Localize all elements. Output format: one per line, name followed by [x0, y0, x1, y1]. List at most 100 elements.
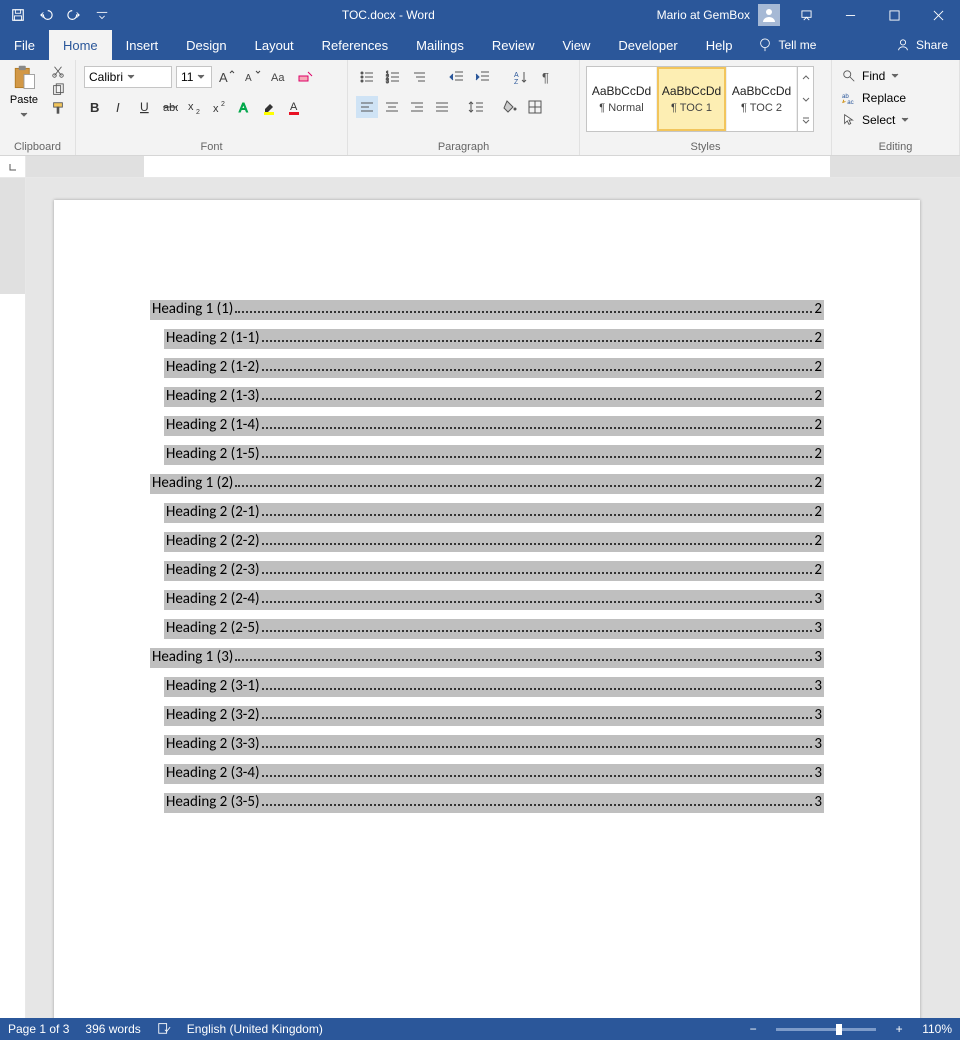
cut-button[interactable] [48, 64, 68, 80]
paste-button[interactable]: Paste [4, 64, 44, 122]
toc-entry[interactable]: Heading 2 (2-4)3 [164, 590, 824, 610]
spellcheck-icon[interactable] [157, 1021, 171, 1038]
zoom-out-button[interactable]: − [746, 1022, 760, 1036]
tab-home[interactable]: Home [49, 30, 112, 60]
toc-entry[interactable]: Heading 2 (1-2)2 [164, 358, 824, 378]
toc-entry[interactable]: Heading 2 (3-1)3 [164, 677, 824, 697]
toc-entry[interactable]: Heading 2 (1-1)2 [164, 329, 824, 349]
justify-button[interactable] [431, 96, 453, 118]
toc-entry[interactable]: Heading 1 (2)2 [150, 474, 824, 494]
italic-button[interactable]: I [109, 96, 131, 118]
user-avatar[interactable] [758, 4, 780, 26]
toc-entry[interactable]: Heading 2 (2-2)2 [164, 532, 824, 552]
toc-entry[interactable]: Heading 2 (2-3)2 [164, 561, 824, 581]
tab-developer[interactable]: Developer [604, 30, 691, 60]
tab-references[interactable]: References [308, 30, 402, 60]
show-marks-button[interactable]: ¶ [536, 66, 558, 88]
status-words[interactable]: 396 words [85, 1022, 140, 1036]
highlight-button[interactable] [259, 96, 281, 118]
tab-help[interactable]: Help [692, 30, 747, 60]
tab-layout[interactable]: Layout [241, 30, 308, 60]
redo-button[interactable] [62, 3, 86, 27]
gallery-more-button[interactable] [798, 110, 813, 131]
tab-design[interactable]: Design [172, 30, 240, 60]
toc-entry[interactable]: Heading 2 (1-3)2 [164, 387, 824, 407]
increase-indent-button[interactable] [472, 66, 494, 88]
toc-leader [262, 514, 813, 516]
minimize-button[interactable] [828, 0, 872, 30]
toc-text: Heading 2 (2-2) [166, 532, 260, 550]
ribbon-options-button[interactable] [784, 0, 828, 30]
subscript-button[interactable]: x2 [184, 96, 206, 118]
underline-button[interactable]: U [134, 96, 156, 118]
replace-button[interactable]: abacReplace [842, 88, 909, 108]
superscript-button[interactable]: x2 [209, 96, 231, 118]
zoom-in-button[interactable]: + [892, 1022, 906, 1036]
gallery-down-button[interactable] [798, 88, 813, 109]
style-toc1[interactable]: AaBbCcDd ¶ TOC 1 [657, 67, 727, 131]
zoom-slider[interactable] [776, 1028, 876, 1031]
close-button[interactable] [916, 0, 960, 30]
change-case-button[interactable]: Aa [268, 66, 290, 88]
svg-text:3: 3 [386, 79, 389, 85]
borders-button[interactable] [524, 96, 546, 118]
strikethrough-button[interactable]: abc [159, 96, 181, 118]
toc-entry[interactable]: Heading 1 (3)3 [150, 648, 824, 668]
line-spacing-button[interactable] [465, 96, 487, 118]
format-painter-button[interactable] [48, 100, 68, 116]
toc-text: Heading 2 (3-2) [166, 706, 260, 724]
tab-mailings[interactable]: Mailings [402, 30, 478, 60]
numbering-button[interactable]: 123 [382, 66, 404, 88]
font-size-combo[interactable]: 11 [176, 66, 212, 88]
toc-entry[interactable]: Heading 2 (3-5)3 [164, 793, 824, 813]
align-left-button[interactable] [356, 96, 378, 118]
toc-entry[interactable]: Heading 2 (1-4)2 [164, 416, 824, 436]
toc-entry[interactable]: Heading 2 (3-4)3 [164, 764, 824, 784]
align-center-button[interactable] [381, 96, 403, 118]
tab-insert[interactable]: Insert [112, 30, 173, 60]
toc-entry[interactable]: Heading 1 (1)2 [150, 300, 824, 320]
text-effects-button[interactable]: A [234, 96, 256, 118]
zoom-level[interactable]: 110% [922, 1022, 952, 1036]
horizontal-ruler[interactable] [26, 156, 960, 177]
vertical-ruler[interactable] [0, 178, 26, 1018]
tell-me[interactable]: Tell me [746, 38, 828, 52]
toc-entry[interactable]: Heading 2 (3-2)3 [164, 706, 824, 726]
sort-button[interactable]: AZ [510, 66, 532, 88]
toc-entry[interactable]: Heading 2 (2-1)2 [164, 503, 824, 523]
multilevel-list-button[interactable] [408, 66, 430, 88]
shading-button[interactable] [499, 96, 521, 118]
select-button[interactable]: Select [842, 110, 909, 130]
tab-file[interactable]: File [0, 30, 49, 60]
copy-button[interactable] [48, 82, 68, 98]
maximize-button[interactable] [872, 0, 916, 30]
toc-page-number: 2 [814, 503, 822, 521]
qat-customize-button[interactable] [90, 3, 114, 27]
toc-entry[interactable]: Heading 2 (1-5)2 [164, 445, 824, 465]
tab-view[interactable]: View [548, 30, 604, 60]
gallery-up-button[interactable] [798, 67, 813, 88]
status-language[interactable]: English (United Kingdom) [187, 1022, 323, 1036]
undo-button[interactable] [34, 3, 58, 27]
style-toc2[interactable]: AaBbCcDd ¶ TOC 2 [727, 67, 797, 131]
save-button[interactable] [6, 3, 30, 27]
tab-selector[interactable] [0, 156, 26, 177]
grow-font-button[interactable]: A [216, 66, 238, 88]
toc-entry[interactable]: Heading 2 (2-5)3 [164, 619, 824, 639]
clear-formatting-button[interactable] [294, 66, 316, 88]
shrink-font-button[interactable]: A [242, 66, 264, 88]
bold-button[interactable]: B [84, 96, 106, 118]
decrease-indent-button[interactable] [446, 66, 468, 88]
svg-text:¶: ¶ [542, 70, 549, 85]
font-name-combo[interactable]: Calibri [84, 66, 172, 88]
align-right-button[interactable] [406, 96, 428, 118]
bullets-button[interactable] [356, 66, 378, 88]
style-normal[interactable]: AaBbCcDd ¶ Normal [587, 67, 657, 131]
find-button[interactable]: Find [842, 66, 909, 86]
tab-review[interactable]: Review [478, 30, 549, 60]
status-page[interactable]: Page 1 of 3 [8, 1022, 69, 1036]
document-scroll[interactable]: Heading 1 (1)2 Heading 2 (1-1)2 Heading 2 … [26, 178, 960, 1018]
share-button[interactable]: Share [884, 38, 960, 52]
toc-entry[interactable]: Heading 2 (3-3)3 [164, 735, 824, 755]
font-color-button[interactable]: A [284, 96, 306, 118]
